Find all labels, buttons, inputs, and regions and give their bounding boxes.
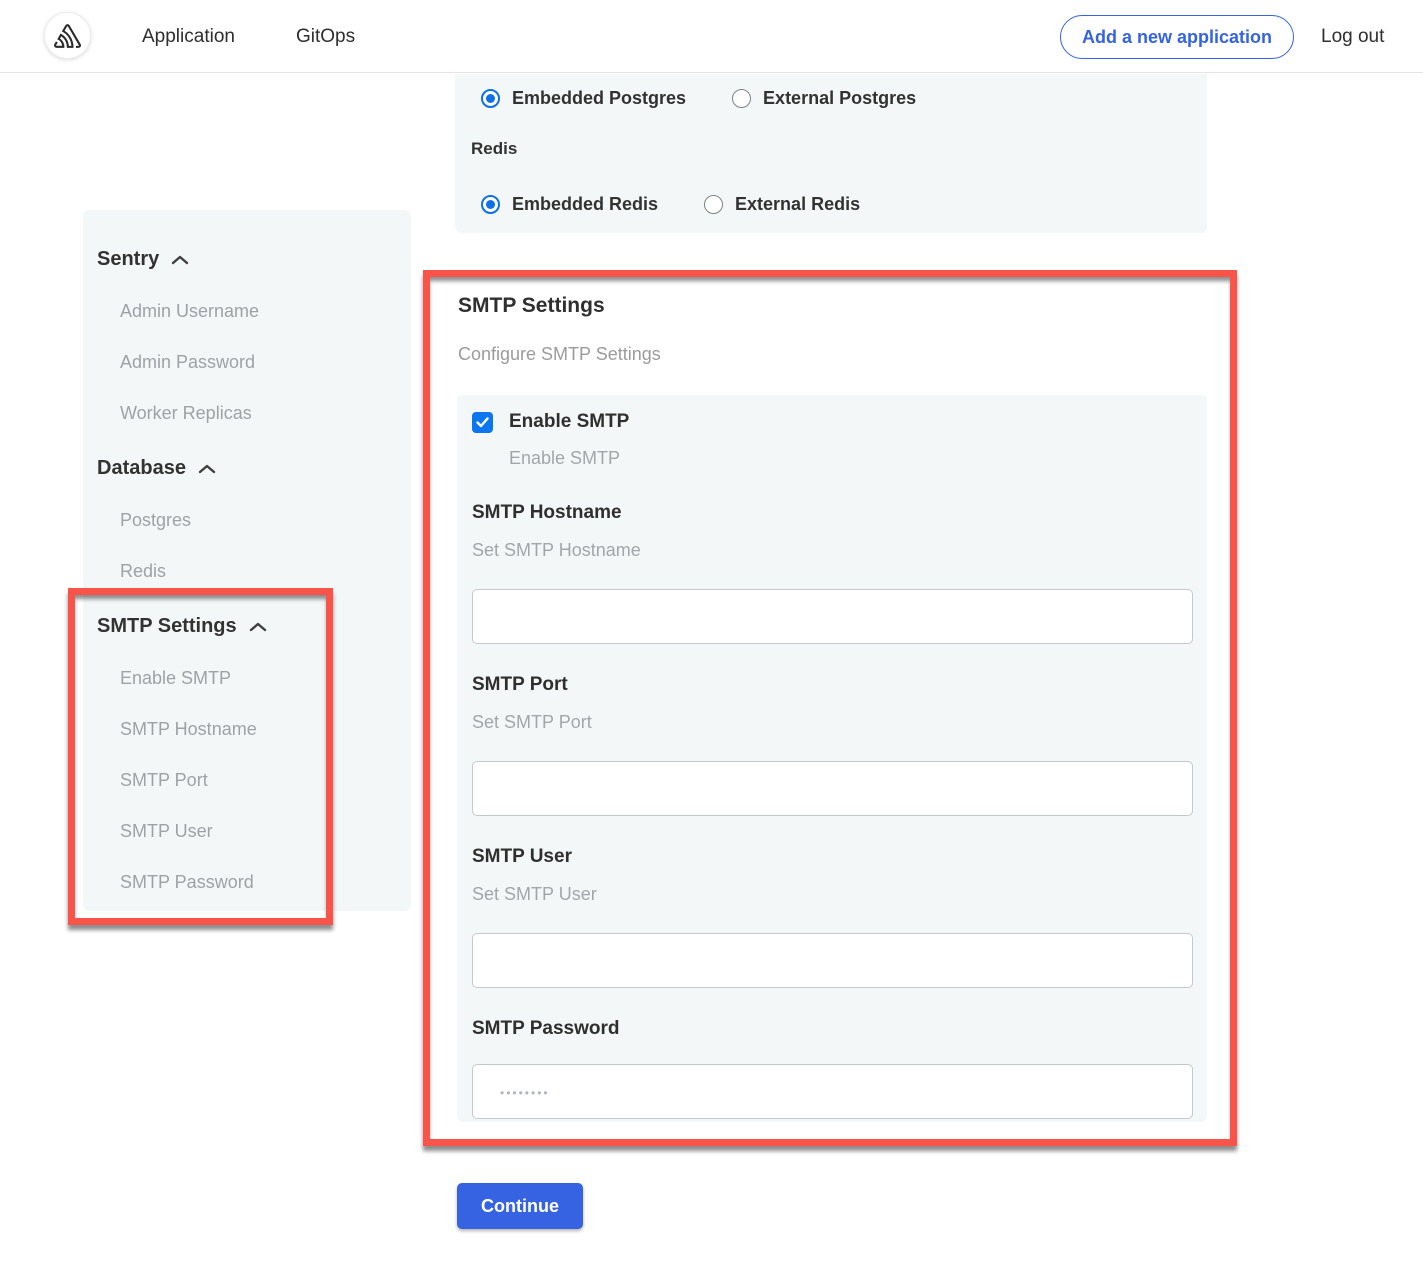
top-navbar: Application GitOps Add a new application… xyxy=(0,0,1423,73)
sidebar-item-worker-replicas[interactable]: Worker Replicas xyxy=(120,403,397,424)
sidebar-item-smtp-user[interactable]: SMTP User xyxy=(120,821,397,842)
radio-external-postgres[interactable]: External Postgres xyxy=(732,88,916,109)
sidebar-item-smtp-password[interactable]: SMTP Password xyxy=(120,872,397,893)
smtp-hostname-input[interactable] xyxy=(472,589,1193,644)
sidebar-group-sentry[interactable]: Sentry xyxy=(97,248,397,271)
radio-selected-icon[interactable] xyxy=(481,195,500,214)
postgres-radio-group: Embedded Postgres External Postgres xyxy=(481,88,962,109)
enable-smtp-helper: Enable SMTP xyxy=(509,448,1192,469)
nav-gitops[interactable]: GitOps xyxy=(296,0,355,73)
continue-button[interactable]: Continue xyxy=(457,1183,583,1229)
radio-selected-icon[interactable] xyxy=(481,89,500,108)
admin-console-page: Application GitOps Add a new application… xyxy=(0,0,1423,1270)
smtp-port-helper: Set SMTP Port xyxy=(472,712,1192,733)
database-config-panel: Embedded Postgres External Postgres Redi… xyxy=(455,74,1207,233)
sidebar-item-admin-username[interactable]: Admin Username xyxy=(120,301,397,322)
smtp-hostname-label: SMTP Hostname xyxy=(472,502,1192,524)
redis-section-label: Redis xyxy=(471,139,517,159)
smtp-settings-form: Enable SMTP Enable SMTP SMTP Hostname Se… xyxy=(457,395,1207,1122)
nav-application[interactable]: Application xyxy=(142,0,235,73)
checkbox-checked-icon[interactable] xyxy=(472,412,493,433)
enable-smtp-checkbox-row[interactable]: Enable SMTP xyxy=(472,411,1192,433)
sentry-logo[interactable] xyxy=(44,12,91,59)
sidebar-item-smtp-hostname[interactable]: SMTP Hostname xyxy=(120,719,397,740)
sidebar-group-smtp-settings[interactable]: SMTP Settings xyxy=(97,615,397,638)
smtp-user-label: SMTP User xyxy=(472,846,1192,868)
sidebar-item-admin-password[interactable]: Admin Password xyxy=(120,352,397,373)
sentry-logo-icon xyxy=(54,24,81,48)
radio-unselected-icon[interactable] xyxy=(732,89,751,108)
chevron-up-icon xyxy=(170,254,190,266)
smtp-hostname-helper: Set SMTP Hostname xyxy=(472,540,1192,561)
radio-embedded-postgres[interactable]: Embedded Postgres xyxy=(481,88,686,109)
radio-external-redis[interactable]: External Redis xyxy=(704,194,860,215)
smtp-user-helper: Set SMTP User xyxy=(472,884,1192,905)
config-sidebar: Sentry Admin Username Admin Password Wor… xyxy=(83,210,411,911)
smtp-password-input[interactable] xyxy=(472,1064,1193,1119)
radio-unselected-icon[interactable] xyxy=(704,195,723,214)
sidebar-item-redis[interactable]: Redis xyxy=(120,561,397,582)
smtp-port-input[interactable] xyxy=(472,761,1193,816)
sidebar-item-enable-smtp[interactable]: Enable SMTP xyxy=(120,668,397,689)
smtp-settings-subtitle: Configure SMTP Settings xyxy=(458,344,661,365)
chevron-up-icon xyxy=(248,621,268,633)
redis-radio-group: Embedded Redis External Redis xyxy=(481,194,906,215)
smtp-settings-title: SMTP Settings xyxy=(458,294,605,318)
logout-link[interactable]: Log out xyxy=(1321,0,1384,73)
smtp-user-input[interactable] xyxy=(472,933,1193,988)
enable-smtp-label: Enable SMTP xyxy=(509,411,629,433)
sidebar-item-smtp-port[interactable]: SMTP Port xyxy=(120,770,397,791)
smtp-password-label: SMTP Password xyxy=(472,1018,1192,1040)
sidebar-item-postgres[interactable]: Postgres xyxy=(120,510,397,531)
radio-embedded-redis[interactable]: Embedded Redis xyxy=(481,194,658,215)
checkmark-icon xyxy=(476,417,489,428)
smtp-port-label: SMTP Port xyxy=(472,674,1192,696)
chevron-up-icon xyxy=(197,463,217,475)
add-new-application-button[interactable]: Add a new application xyxy=(1060,15,1294,59)
sidebar-group-database[interactable]: Database xyxy=(97,457,397,480)
